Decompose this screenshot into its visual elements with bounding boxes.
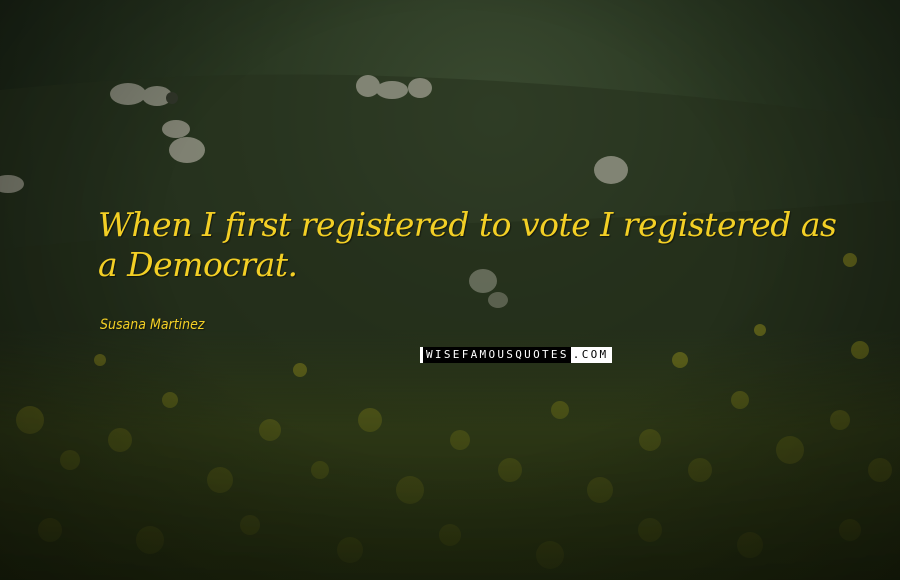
watermark-suffix: .COM: [570, 347, 610, 363]
quote-text: When I first registered to vote I regist…: [98, 205, 837, 284]
quote-image: When I first registered to vote I regist…: [0, 0, 900, 580]
quote-author: Susana Martinez: [100, 317, 205, 333]
watermark-logo: WISEFAMOUSQUOTES .COM: [420, 347, 613, 363]
watermark-brand: WISEFAMOUSQUOTES: [423, 347, 571, 363]
meadow-shading: [0, 330, 900, 580]
